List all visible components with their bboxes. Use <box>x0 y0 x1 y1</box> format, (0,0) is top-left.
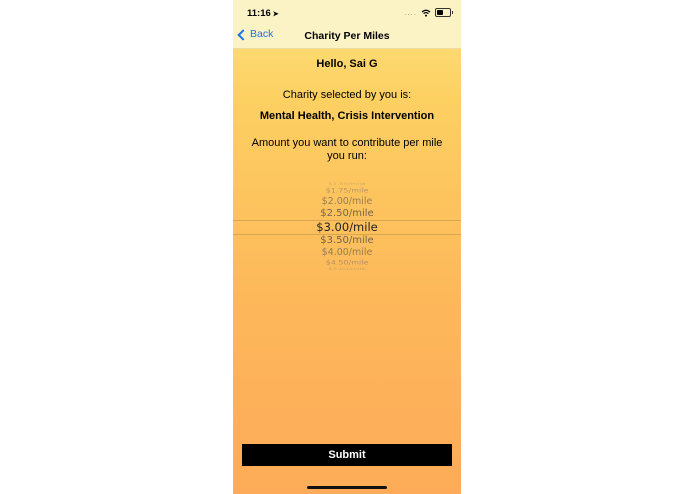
status-time-text: 11:16 <box>247 8 271 19</box>
picker-item[interactable]: $2.00/mile <box>233 196 461 207</box>
home-indicator <box>307 486 387 489</box>
phone-screen: 11:16 ➤ .... Back Charity Per Miles Hello… <box>233 0 461 494</box>
status-time: 11:16 ➤ <box>247 8 279 19</box>
charity-name: Mental Health, Crisis Intervention <box>259 110 435 122</box>
picker-item[interactable]: $3.50/mile <box>233 235 461 246</box>
picker-item[interactable]: $1.75/mile <box>233 187 461 194</box>
navigation-bar: 11:16 ➤ .... Back Charity Per Miles <box>233 0 461 49</box>
location-arrow-icon: ➤ <box>272 11 279 18</box>
picker-item-selected[interactable]: $3.00/mile <box>233 220 461 234</box>
picker-item[interactable]: $5.00/mile <box>233 267 461 271</box>
signal-icon: .... <box>404 7 417 17</box>
submit-button[interactable]: Submit <box>242 444 452 466</box>
status-icons: .... <box>404 7 453 17</box>
charity-label: Charity selected by you is: <box>282 89 412 101</box>
picker-item[interactable]: $2.50/mile <box>233 208 461 219</box>
picker-item[interactable]: $4.00/mile <box>233 247 461 258</box>
amount-picker[interactable]: $1.50/mile $1.75/mile $2.00/mile $2.50/m… <box>233 178 461 272</box>
greeting-text: Hello, Sai G <box>316 58 378 70</box>
amount-label: Amount you want to contribute per mile y… <box>251 137 443 162</box>
page-title: Charity Per Miles <box>304 30 390 42</box>
picker-item[interactable]: $1.50/mile <box>233 182 461 186</box>
wifi-icon <box>421 9 431 17</box>
battery-icon <box>435 8 453 17</box>
picker-item[interactable]: $4.50/mile <box>233 259 461 266</box>
